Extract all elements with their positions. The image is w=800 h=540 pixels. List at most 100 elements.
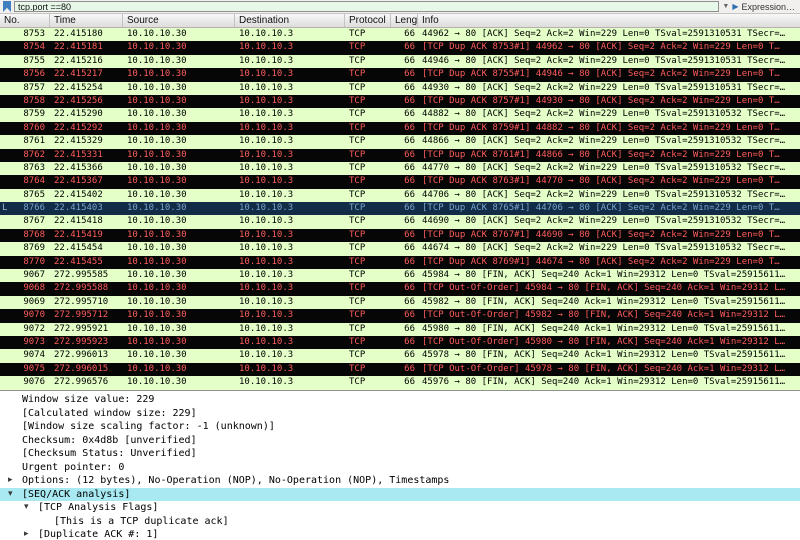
detail-line[interactable]: [This is a TCP duplicate ack] xyxy=(0,515,800,529)
packet-no: 9069 xyxy=(23,296,45,307)
detail-line[interactable]: Checksum: 0x4d8b [unverified] xyxy=(0,434,800,448)
packet-row[interactable]: 8754 22.415181 10.10.10.30 10.10.10.3 TCP 66 [… xyxy=(0,41,800,55)
packet-info: 44866 → 80 [ACK] Seq=2 Ack=2 Win=229 Len… xyxy=(422,136,786,147)
packet-row[interactable]: 8753 22.415180 10.10.10.30 10.10.10.3 TCP 66 4… xyxy=(0,28,800,42)
packet-row[interactable]: 8766 22.415403 10.10.10.30 10.10.10.3 TCP 66 [… xyxy=(0,202,800,216)
packet-length: 66 xyxy=(404,29,415,39)
packet-length: 66 xyxy=(404,109,415,120)
packet-source: 10.10.10.30 xyxy=(127,216,187,227)
packet-row[interactable]: 8758 22.415256 10.10.10.30 10.10.10.3 TCP 66 [… xyxy=(0,94,800,109)
packet-destination: 10.10.10.3 xyxy=(239,377,294,388)
packet-row[interactable]: 8760 22.415292 10.10.10.30 10.10.10.3 TCP 66 [… xyxy=(0,121,800,136)
column-header-length[interactable]: Length xyxy=(391,14,418,27)
packet-time: 22.415180 xyxy=(54,29,103,39)
packet-protocol: TCP xyxy=(349,229,366,240)
packet-length: 66 xyxy=(404,216,415,227)
expression-button[interactable]: Expression… xyxy=(741,2,797,12)
display-filter-input[interactable] xyxy=(14,1,720,12)
filter-apply-icon[interactable]: ▶ xyxy=(732,1,738,12)
packet-destination: 10.10.10.3 xyxy=(239,109,294,120)
expander-open-icon[interactable]: ▾ xyxy=(8,488,22,502)
packet-length: 66 xyxy=(404,363,415,374)
packet-destination: 10.10.10.3 xyxy=(239,69,294,80)
packet-protocol: TCP xyxy=(349,336,366,347)
packet-no: 8769 xyxy=(23,243,45,254)
packet-row[interactable]: 9073 272.995923 10.10.10.30 10.10.10.3 TCP 66… xyxy=(0,335,800,350)
column-header-no[interactable]: No. xyxy=(0,14,50,27)
packet-row[interactable]: 9070 272.995712 10.10.10.30 10.10.10.3 TCP 66… xyxy=(0,309,800,323)
packet-row[interactable]: 8761 22.415329 10.10.10.30 10.10.10.3 TCP 66 4… xyxy=(0,135,800,149)
packet-row[interactable]: 9068 272.995588 10.10.10.30 10.10.10.3 TCP 66… xyxy=(0,282,800,296)
filter-history-dropdown-icon[interactable]: ▼ xyxy=(722,1,729,12)
packet-no: 9070 xyxy=(23,310,45,321)
packet-destination: 10.10.10.3 xyxy=(239,55,294,66)
detail-line[interactable]: [Checksum Status: Unverified] xyxy=(0,447,800,461)
packet-row[interactable]: 8767 22.415418 10.10.10.30 10.10.10.3 TCP 66 4… xyxy=(0,215,800,229)
packet-length: 66 xyxy=(404,296,415,307)
filter-bookmark-icon[interactable] xyxy=(3,1,11,12)
packet-protocol: TCP xyxy=(349,243,366,254)
packet-info: 45982 → 80 [FIN, ACK] Seq=240 Ack=1 Win=… xyxy=(422,296,786,307)
detail-line[interactable]: Window size value: 229 xyxy=(0,393,800,407)
packet-time: 22.415331 xyxy=(54,149,103,160)
packet-row[interactable]: 8762 22.415331 10.10.10.30 10.10.10.3 TCP 66 [… xyxy=(0,148,800,162)
packet-no: 8764 xyxy=(23,176,45,187)
packet-protocol: TCP xyxy=(349,189,366,200)
packet-destination: 10.10.10.3 xyxy=(239,82,294,93)
detail-line[interactable]: [Calculated window size: 229] xyxy=(0,407,800,421)
packet-row[interactable]: 8763 22.415366 10.10.10.30 10.10.10.3 TCP 66 4… xyxy=(0,161,800,176)
packet-source: 10.10.10.30 xyxy=(127,350,187,361)
packet-row[interactable]: 8759 22.415290 10.10.10.30 10.10.10.3 TCP 66 4… xyxy=(0,108,800,122)
packet-source: 10.10.10.30 xyxy=(127,29,187,39)
packet-row[interactable]: 8765 22.415402 10.10.10.30 10.10.10.3 TCP 66 4… xyxy=(0,188,800,203)
packet-destination: 10.10.10.3 xyxy=(239,203,294,214)
packet-no: 8763 xyxy=(23,162,45,173)
packet-time: 272.995710 xyxy=(54,296,109,307)
packet-protocol: TCP xyxy=(349,42,366,53)
detail-line[interactable]: ▸ [Duplicate ACK #: 1] xyxy=(0,528,800,540)
packet-row[interactable]: 9067 272.995585 10.10.10.30 10.10.10.3 TCP 66… xyxy=(0,269,800,283)
column-header-info[interactable]: Info xyxy=(418,14,800,27)
packet-row[interactable]: 9069 272.995710 10.10.10.30 10.10.10.3 TCP 66… xyxy=(0,295,800,310)
column-header-source[interactable]: Source xyxy=(123,14,235,27)
packet-no: 9076 xyxy=(23,377,45,388)
packet-row[interactable]: 8769 22.415454 10.10.10.30 10.10.10.3 TCP 66 4… xyxy=(0,242,800,256)
packet-destination: 10.10.10.3 xyxy=(239,216,294,227)
packet-source: 10.10.10.30 xyxy=(127,109,187,120)
expander-open-icon[interactable]: ▾ xyxy=(24,501,38,515)
packet-length: 66 xyxy=(404,149,415,160)
packet-length: 66 xyxy=(404,176,415,187)
expander-closed-icon[interactable]: ▸ xyxy=(24,528,38,540)
packet-row[interactable]: 8764 22.415367 10.10.10.30 10.10.10.3 TCP 66 [… xyxy=(0,175,800,189)
packet-row[interactable]: 9076 272.996576 10.10.10.30 10.10.10.3 TCP 66… xyxy=(0,376,800,390)
column-header-protocol[interactable]: Protocol xyxy=(345,14,391,27)
packet-info: 45980 → 80 [FIN, ACK] Seq=240 Ack=1 Win=… xyxy=(422,323,786,334)
packet-destination: 10.10.10.3 xyxy=(239,310,294,321)
packet-destination: 10.10.10.3 xyxy=(239,363,294,374)
packet-length: 66 xyxy=(404,189,415,200)
detail-line[interactable]: [Window size scaling factor: -1 (unknown… xyxy=(0,420,800,434)
detail-text: [Calculated window size: 229] xyxy=(22,407,197,419)
packet-length: 66 xyxy=(404,69,415,80)
packet-row[interactable]: 8768 22.415419 10.10.10.30 10.10.10.3 TCP 66 [… xyxy=(0,228,800,243)
packet-no: 8767 xyxy=(23,216,45,227)
packet-info: [TCP Out-Of-Order] 45982 → 80 [FIN, ACK]… xyxy=(422,310,786,321)
packet-row[interactable]: 8757 22.415254 10.10.10.30 10.10.10.3 TCP 66 4… xyxy=(0,81,800,95)
packet-row[interactable]: 9074 272.996013 10.10.10.30 10.10.10.3 TCP 66… xyxy=(0,349,800,363)
column-header-destination[interactable]: Destination xyxy=(235,14,345,27)
detail-line[interactable]: Urgent pointer: 0 xyxy=(0,461,800,475)
detail-line[interactable]: ▾ [TCP Analysis Flags] xyxy=(0,501,800,515)
packet-row[interactable]: 8755 22.415216 10.10.10.30 10.10.10.3 TCP 66 4… xyxy=(0,54,800,69)
expander-closed-icon[interactable]: ▸ xyxy=(8,474,22,488)
detail-line[interactable]: ▾ [SEQ/ACK analysis] xyxy=(0,487,800,502)
packet-row[interactable]: 8770 22.415455 10.10.10.30 10.10.10.3 TCP 66 [… xyxy=(0,255,800,270)
detail-line[interactable]: ▸ Options: (12 bytes), No-Operation (NOP)… xyxy=(0,474,800,488)
packet-length: 66 xyxy=(404,323,415,334)
packet-time: 22.415256 xyxy=(54,95,103,106)
packet-row[interactable]: 9072 272.995921 10.10.10.30 10.10.10.3 TCP 66… xyxy=(0,322,800,336)
packet-row[interactable]: 9075 272.996015 10.10.10.30 10.10.10.3 TCP 66… xyxy=(0,362,800,377)
packet-row[interactable]: 8756 22.415217 10.10.10.30 10.10.10.3 TCP 66 [… xyxy=(0,68,800,82)
column-header-time[interactable]: Time xyxy=(50,14,123,27)
packet-time: 22.415216 xyxy=(54,55,103,66)
